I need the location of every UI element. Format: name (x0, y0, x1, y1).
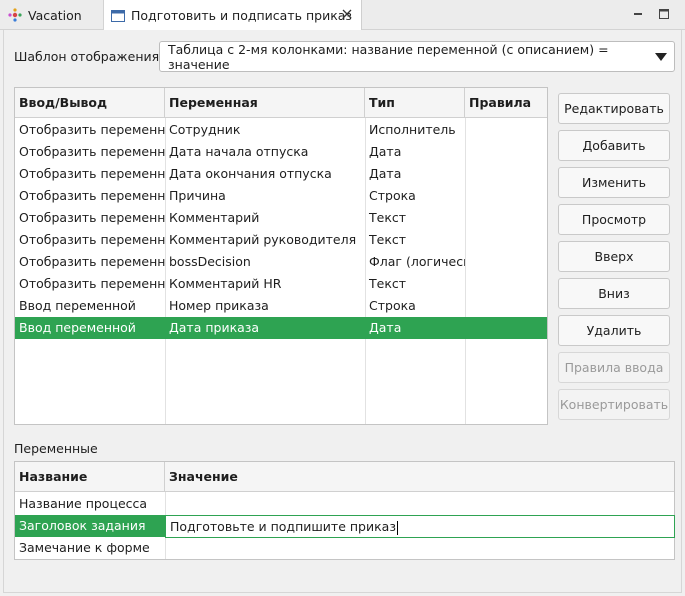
template-label: Шаблон отображения (14, 49, 160, 64)
cell-io: Отобразить переменную (19, 188, 165, 203)
input-rules-button[interactable]: Правила ввода (558, 352, 670, 383)
value-edit-field[interactable]: Подготовьте и подпишите приказ (165, 515, 675, 538)
cell-rules (465, 141, 547, 163)
cell-value[interactable] (165, 537, 674, 559)
column-header-value[interactable]: Значение (165, 462, 674, 492)
tab-label: Подготовить и подписать приказ (131, 8, 353, 23)
cell-var: Комментарий (169, 210, 260, 225)
column-header-name[interactable]: Название (15, 462, 165, 492)
cell-var: Комментарий HR (169, 276, 282, 291)
cell-rules (465, 229, 547, 251)
cell-rules (465, 273, 547, 295)
cell-var: Сотрудник (169, 122, 241, 137)
cell-type: Текст (369, 210, 407, 225)
table-row[interactable]: Отобразить переменную Дата окончания отпу… (15, 163, 547, 185)
column-header-rules[interactable]: Правила (465, 88, 547, 118)
table-row[interactable]: Отобразить переменную Дата начала отпуска… (15, 141, 547, 163)
move-up-button[interactable]: Вверх (558, 241, 670, 272)
table-row[interactable]: Ввод переменной Номер приказа Строка (15, 295, 547, 317)
cell-type: Флаг (логический) (369, 254, 465, 269)
cell-type: Дата (369, 144, 402, 159)
chevron-down-icon (655, 53, 667, 61)
form-variables-table[interactable]: Ввод/Вывод Переменная Тип Правила Отобра… (14, 87, 548, 425)
cell-var: Дата приказа (169, 320, 260, 335)
cell-io: Отобразить переменную (19, 276, 165, 291)
variables-label: Переменные (14, 441, 98, 456)
cell-io: Ввод переменной (19, 320, 136, 335)
cell-rules (465, 207, 547, 229)
cell-io: Отобразить переменную (19, 144, 165, 159)
table-row[interactable]: Замечание к форме (15, 537, 674, 559)
cell-var: Комментарий руководителя (169, 232, 357, 247)
cell-var: Дата окончания отпуска (169, 166, 332, 181)
cell-rules (465, 295, 547, 317)
cell-io: Ввод переменной (19, 298, 136, 313)
column-header-io[interactable]: Ввод/Вывод (15, 88, 165, 118)
preview-button[interactable]: Просмотр (558, 204, 670, 235)
cell-rules (465, 163, 547, 185)
convert-button[interactable]: Конвертировать (558, 389, 670, 420)
maximize-icon[interactable] (656, 6, 672, 22)
table-row[interactable]: Отобразить переменную bossDecision Флаг (л… (15, 251, 547, 273)
cell-var: Дата начала отпуска (169, 144, 309, 159)
table-row[interactable]: Название процесса (15, 493, 674, 515)
cell-type: Строка (369, 298, 416, 313)
table-row[interactable]: Отобразить переменную Сотрудник Исполнител… (15, 119, 547, 141)
cell-type: Дата (369, 320, 402, 335)
change-button[interactable]: Изменить (558, 167, 670, 198)
table-header: Ввод/Вывод Переменная Тип Правила (15, 88, 547, 118)
cell-io: Отобразить переменную (19, 166, 165, 181)
cell-type: Строка (369, 188, 416, 203)
cell-rules (465, 185, 547, 207)
value-edit-text: Подготовьте и подпишите приказ (170, 519, 396, 534)
cell-rules (465, 251, 547, 273)
cell-type: Исполнитель (369, 122, 456, 137)
tab-prepare-order[interactable]: Подготовить и подписать приказ (104, 0, 362, 31)
tab-label: Vacation (28, 7, 82, 23)
cell-io: Отобразить переменную (19, 254, 165, 269)
cell-type: Текст (369, 276, 407, 291)
form-icon (111, 9, 125, 22)
cell-name: Заголовок задания (15, 515, 165, 537)
close-icon[interactable] (340, 7, 354, 21)
cell-value[interactable] (165, 493, 674, 515)
cell-var: bossDecision (169, 254, 251, 269)
cell-io: Отобразить переменную (19, 210, 165, 225)
table-row[interactable]: Ввод переменной Дата приказа Дата (15, 317, 547, 339)
text-caret (396, 520, 398, 535)
template-select-value: Таблица с 2-мя колонками: название перем… (168, 41, 609, 72)
edit-button[interactable]: Редактировать (558, 93, 670, 124)
cell-var: Причина (169, 188, 226, 203)
delete-button[interactable]: Удалить (558, 315, 670, 346)
column-header-type[interactable]: Тип (365, 88, 465, 118)
process-icon (8, 8, 22, 22)
tab-vacation[interactable]: Vacation (0, 0, 104, 30)
minimize-icon[interactable] (630, 6, 646, 22)
table-row[interactable]: Отобразить переменную Комментарий Текст (15, 207, 547, 229)
table-row[interactable]: Отобразить переменную Причина Строка (15, 185, 547, 207)
cell-type: Текст (369, 232, 407, 247)
cell-name: Замечание к форме (19, 540, 150, 555)
cell-io: Отобразить переменную (19, 232, 165, 247)
editor-tab-bar: Vacation Подготовить и подписать приказ (0, 0, 685, 31)
variables-table[interactable]: Название Значение Название процесса Загол… (14, 461, 675, 560)
column-header-variable[interactable]: Переменная (165, 88, 365, 118)
template-select[interactable]: Таблица с 2-мя колонками: название перем… (159, 41, 675, 72)
cell-io: Отобразить переменную (19, 122, 165, 137)
cell-name: Название процесса (19, 496, 148, 511)
move-down-button[interactable]: Вниз (558, 278, 670, 309)
table-row[interactable]: Отобразить переменную Комментарий HR Текст (15, 273, 547, 295)
cell-rules (465, 317, 547, 339)
cell-type: Дата (369, 166, 402, 181)
add-button[interactable]: Добавить (558, 130, 670, 161)
table-row[interactable]: Отобразить переменную Комментарий руковод… (15, 229, 547, 251)
cell-rules (465, 119, 547, 141)
table-header: Название Значение (15, 462, 674, 492)
cell-var: Номер приказа (169, 298, 269, 313)
